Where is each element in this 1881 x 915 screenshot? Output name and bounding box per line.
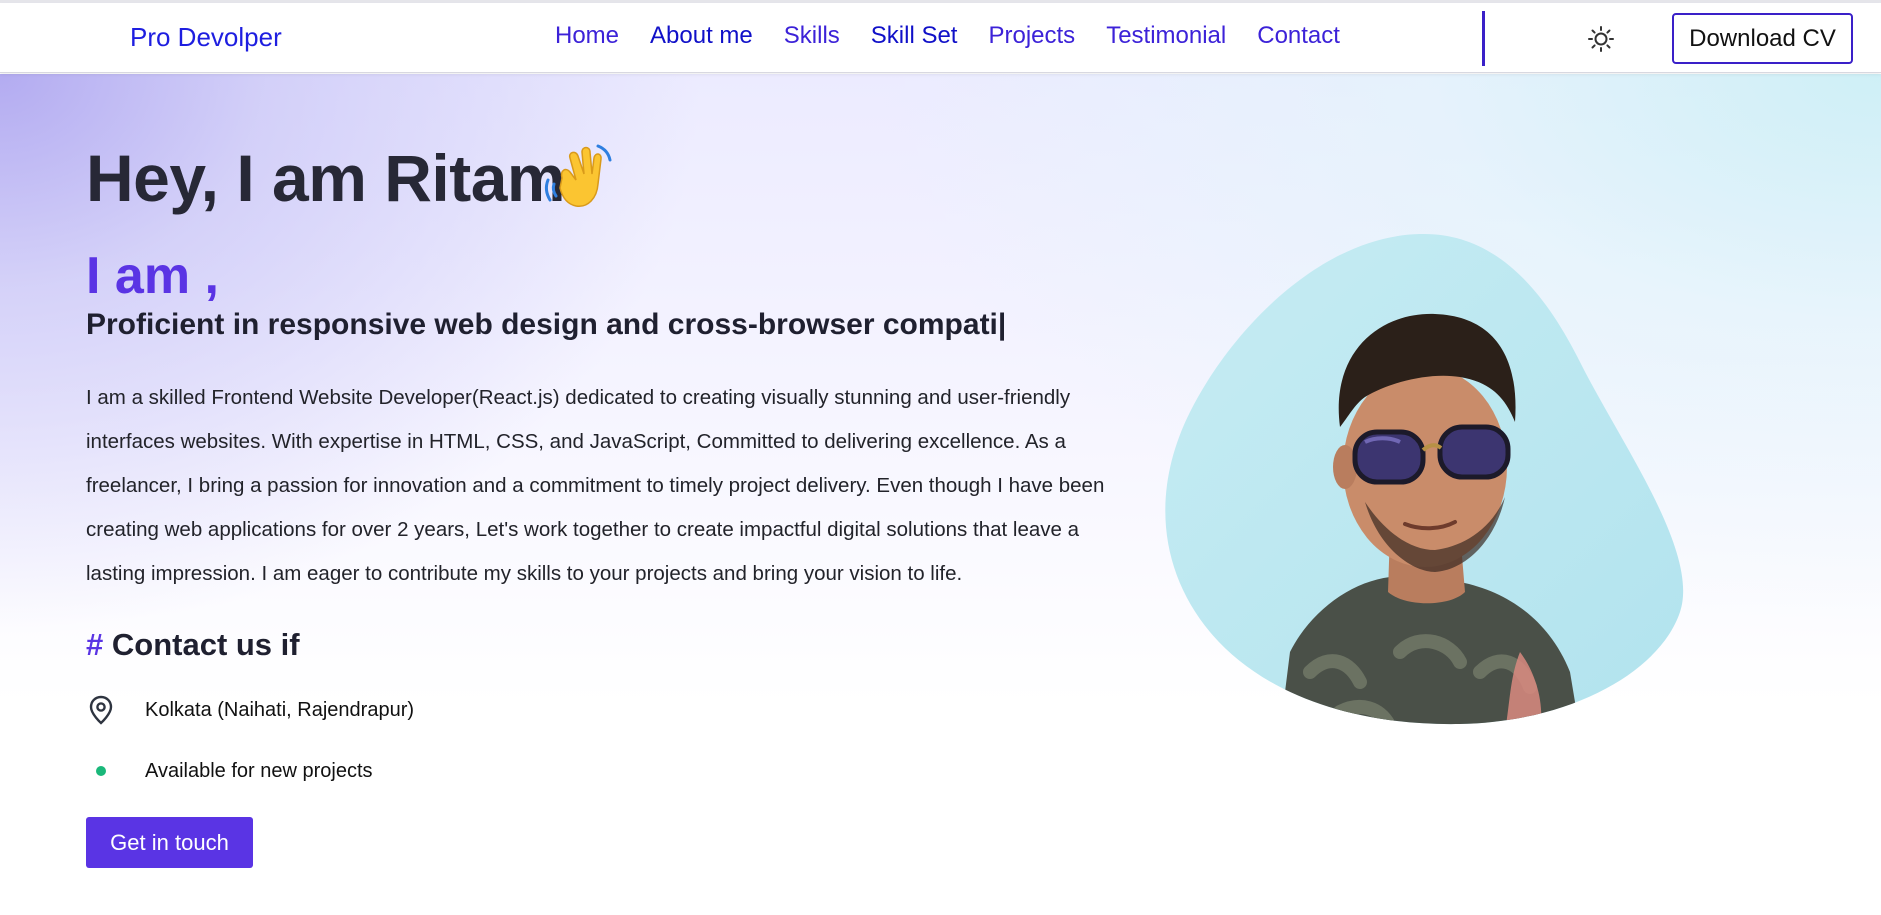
top-navbar: Pro Devolper Home About me Skills Skill … (0, 3, 1881, 73)
status-dot-icon (96, 766, 106, 776)
nav-divider (1482, 11, 1485, 66)
nav-home[interactable]: Home (555, 22, 619, 50)
typed-role-text: Proficient in responsive web design and … (86, 308, 1007, 341)
location-row: Kolkata (Naihati, Rajendrapur) (86, 695, 414, 725)
nav-projects[interactable]: Projects (988, 22, 1075, 50)
hash-symbol: # (86, 627, 104, 662)
availability-row: Available for new projects (86, 756, 373, 786)
contact-heading-text: Contact us if (111, 627, 300, 662)
availability-indicator (86, 756, 116, 786)
map-pin-icon (86, 695, 116, 725)
sun-icon (1588, 26, 1614, 52)
nav-skill-set[interactable]: Skill Set (871, 22, 958, 50)
waving-hand-icon (544, 144, 612, 207)
nav-contact[interactable]: Contact (1257, 22, 1340, 50)
nav-testimonial[interactable]: Testimonial (1106, 22, 1226, 50)
brand-logo[interactable]: Pro Devolper (130, 22, 282, 53)
availability-text: Available for new projects (145, 759, 373, 782)
contact-heading: # Contact us if (86, 627, 300, 663)
get-in-touch-button[interactable]: Get in touch (86, 817, 253, 868)
nav-about-me[interactable]: About me (650, 22, 753, 50)
bio-paragraph: I am a skilled Frontend Website Develope… (86, 386, 1105, 585)
profile-photo (1165, 233, 1684, 725)
location-text: Kolkata (Naihati, Rajendrapur) (145, 698, 415, 721)
main-nav: Home About me Skills Skill Set Projects … (555, 22, 1371, 50)
download-cv-button[interactable]: Download CV (1672, 13, 1853, 64)
nav-skills[interactable]: Skills (784, 22, 840, 50)
i-am-heading: I am , (86, 247, 219, 305)
theme-toggle-button[interactable] (1585, 23, 1617, 55)
hero-greeting: Hey, I am Ritam (86, 141, 566, 215)
